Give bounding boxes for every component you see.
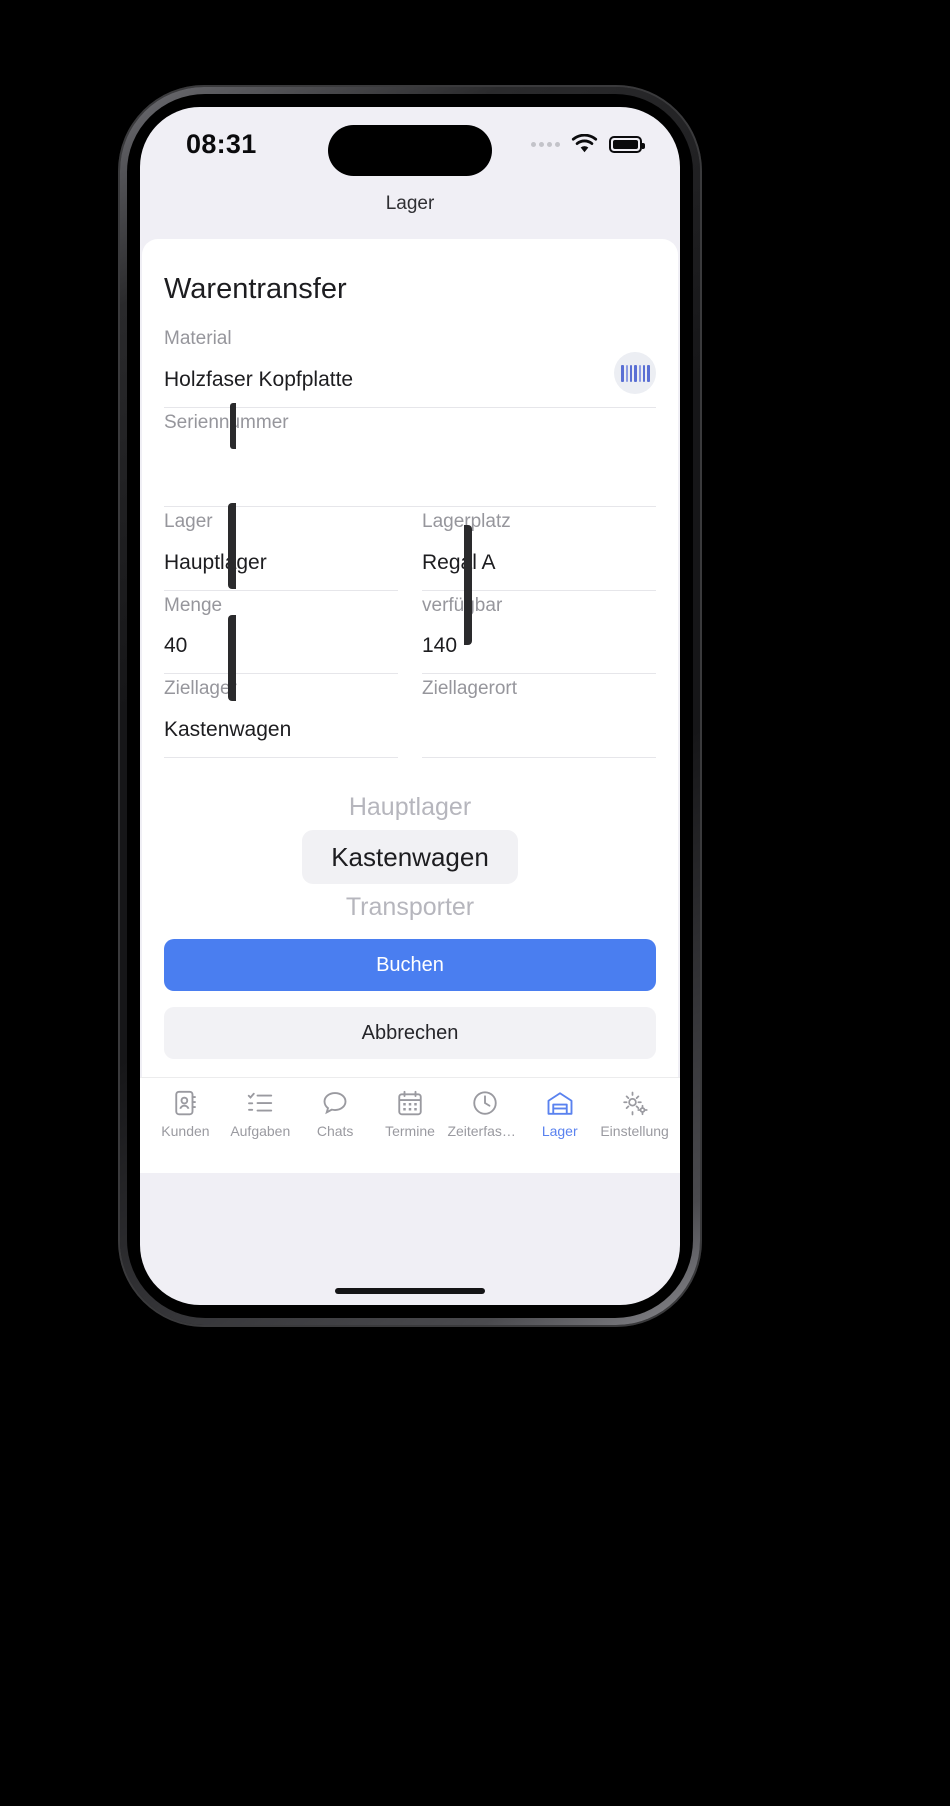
tab-termine[interactable]: Termine	[373, 1088, 448, 1139]
nav-bar: Lager	[140, 181, 680, 227]
cellular-dots-icon	[531, 141, 560, 147]
wifi-icon	[571, 134, 598, 153]
chat-bubble-icon	[323, 1092, 347, 1115]
picker-option-0[interactable]: Hauptlager	[327, 784, 493, 830]
field-lagerplatz-value[interactable]: Regal A	[422, 546, 656, 580]
abbrechen-button[interactable]: Abbrechen	[164, 1007, 656, 1059]
power-button	[464, 525, 472, 645]
phone-screen: 08:31 Lager Warentransfer Material Holzf…	[140, 107, 680, 1305]
volume-up-button	[228, 503, 236, 589]
tab-aufgaben-label: Aufgaben	[230, 1123, 291, 1139]
field-seriennummer: Seriennummer	[164, 408, 656, 508]
tab-einstellung-label: Einstellung	[600, 1123, 669, 1139]
field-ziellager-value[interactable]: Kastenwagen	[164, 713, 398, 747]
tab-termine-label: Termine	[385, 1123, 435, 1139]
tab-lager-label: Lager	[541, 1123, 578, 1139]
picker-option-3[interactable]: Sprinter	[348, 934, 473, 939]
silent-switch	[230, 403, 236, 449]
volume-down-button	[228, 615, 236, 701]
screenshot-root: 08:31 Lager Warentransfer Material Holzf…	[0, 0, 950, 1806]
field-verfuegbar-label: verfügbar	[422, 594, 503, 616]
warentransfer-card: Warentransfer Material Holzfaser Kopfpla…	[142, 239, 678, 1077]
status-bar-indicators	[531, 134, 645, 154]
dynamic-island	[328, 125, 492, 176]
row-menge: Menge 40 verfügbar 140	[164, 591, 656, 675]
field-ziellager-label: Ziellager	[164, 678, 237, 700]
barcode-scan-icon	[620, 364, 650, 382]
tab-einstellung[interactable]: Einstellung	[597, 1088, 672, 1139]
field-seriennummer-value[interactable]	[164, 446, 656, 496]
card-actions: Buchen Abbrechen	[164, 939, 656, 1077]
field-lager-value[interactable]: Hauptlager	[164, 546, 398, 580]
row-lager: Lager Hauptlager Lagerplatz Regal A	[164, 507, 656, 591]
field-lager-label: Lager	[164, 511, 213, 533]
tab-zeiterfassung[interactable]: Zeiterfass…	[447, 1088, 522, 1139]
status-bar-time: 08:31	[186, 128, 257, 159]
field-ziellagerort-value[interactable]	[422, 713, 656, 747]
field-ziellagerort: Ziellagerort	[422, 674, 656, 758]
status-bar: 08:31	[140, 107, 680, 181]
picker-option-1-selected[interactable]: Kastenwagen	[302, 829, 518, 884]
tab-chats-label: Chats	[316, 1123, 354, 1139]
row-ziellager: Ziellager Kastenwagen Ziellagerort	[164, 674, 656, 758]
gears-icon	[622, 1091, 648, 1116]
tab-lager[interactable]: Lager	[522, 1088, 597, 1139]
clock-icon	[473, 1091, 497, 1115]
tab-chats[interactable]: Chats	[298, 1088, 373, 1139]
field-menge-value[interactable]: 40	[164, 629, 398, 663]
warehouse-icon	[547, 1092, 573, 1115]
field-verfuegbar: verfügbar 140	[422, 591, 656, 675]
calendar-icon	[398, 1090, 422, 1116]
field-seriennummer-label: Seriennummer	[164, 411, 289, 433]
phone-device: 08:31 Lager Warentransfer Material Holzf…	[118, 85, 702, 1327]
buchen-button[interactable]: Buchen	[164, 939, 656, 991]
field-menge: Menge 40	[164, 591, 398, 675]
field-material-value[interactable]: Holzfaser Kopfplatte	[164, 363, 656, 397]
barcode-scan-button[interactable]	[614, 352, 656, 394]
picker-option-2[interactable]: Transporter	[324, 884, 496, 930]
tab-zeiterfassung-label: Zeiterfass…	[447, 1123, 523, 1139]
field-verfuegbar-value: 140	[422, 634, 458, 658]
field-ziellagerort-label: Ziellagerort	[422, 678, 518, 700]
field-menge-label: Menge	[164, 594, 223, 616]
field-lager: Lager Hauptlager	[164, 507, 398, 591]
battery-icon	[609, 135, 645, 153]
tab-aufgaben[interactable]: Aufgaben	[223, 1088, 298, 1139]
contacts-icon	[175, 1090, 197, 1116]
field-material: Material Holzfaser Kopfplatte	[164, 324, 656, 408]
field-material-label: Material	[164, 328, 232, 349]
card-title: Warentransfer	[164, 273, 347, 305]
tab-kunden-label: Kunden	[161, 1123, 210, 1139]
ziellager-picker[interactable]: Hauptlager Kastenwagen Transporter Sprin…	[164, 784, 656, 939]
tab-kunden[interactable]: Kunden	[148, 1088, 223, 1139]
field-ziellager: Ziellager Kastenwagen	[164, 674, 398, 758]
page-title: Lager	[385, 193, 435, 214]
field-lagerplatz-label: Lagerplatz	[422, 511, 511, 533]
field-ziellagerort-underline	[422, 756, 656, 758]
field-ziellager-underline	[164, 756, 398, 758]
field-lagerplatz: Lagerplatz Regal A	[422, 507, 656, 591]
tab-bar: Kunden Aufgaben Chats Termine Zeiterfass…	[140, 1077, 680, 1173]
checklist-icon	[248, 1092, 273, 1112]
home-indicator[interactable]	[335, 1288, 485, 1294]
